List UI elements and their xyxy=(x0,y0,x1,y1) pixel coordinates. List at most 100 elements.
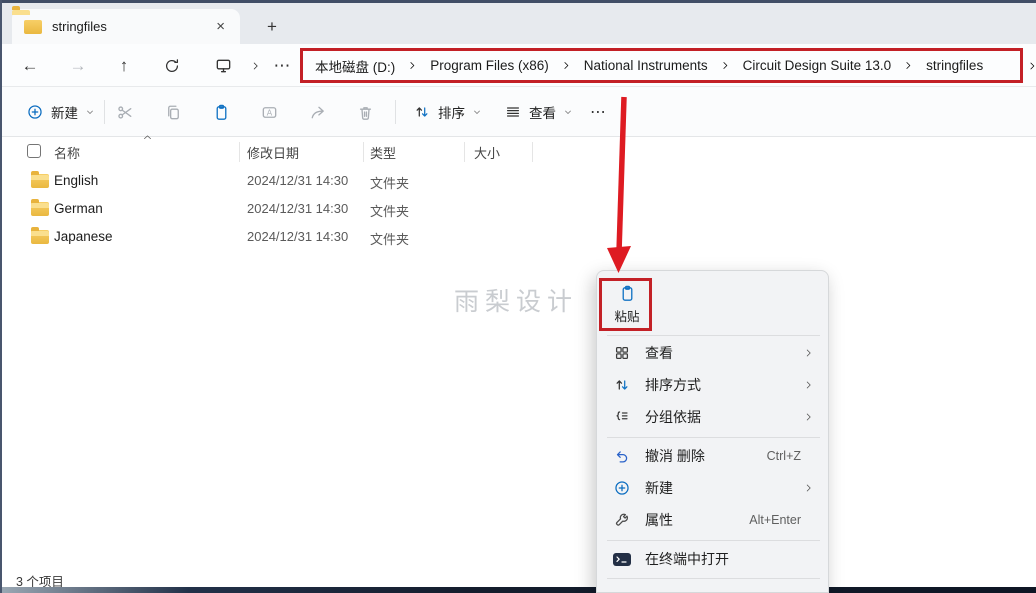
chevron-right-icon xyxy=(407,60,418,71)
window-top-border xyxy=(2,0,1036,3)
menu-item-open-in-terminal[interactable]: 在终端中打开 xyxy=(602,543,825,575)
select-all-checkbox[interactable] xyxy=(27,144,41,158)
file-type: 文件夹 xyxy=(370,201,409,220)
delete-icon[interactable] xyxy=(347,94,383,130)
column-header-size[interactable]: 大小 xyxy=(474,143,500,162)
command-toolbar: 新建 A 排序 xyxy=(2,87,1036,137)
view-lines-icon xyxy=(504,103,522,121)
file-name[interactable]: German xyxy=(54,201,103,216)
file-type: 文件夹 xyxy=(370,173,409,192)
breadcrumb-item-program-files[interactable]: Program Files (x86) xyxy=(428,58,551,73)
chevron-right-icon xyxy=(803,347,815,359)
menu-item-label: 属性 xyxy=(645,510,749,530)
paste-icon[interactable] xyxy=(203,94,239,130)
up-icon[interactable]: ↑ xyxy=(107,49,141,83)
chevron-right-icon xyxy=(803,411,815,423)
menu-item-properties[interactable]: 属性 Alt+Enter xyxy=(602,504,825,536)
chevron-right-icon xyxy=(1027,60,1036,71)
divider[interactable] xyxy=(239,142,240,162)
folder-icon xyxy=(31,202,49,216)
breadcrumb-item-drive[interactable]: 本地磁盘 (D:) xyxy=(313,56,397,76)
back-icon[interactable]: ← xyxy=(13,49,47,83)
forward-icon[interactable]: → xyxy=(61,49,95,83)
sort-arrows-icon xyxy=(612,376,632,394)
menu-item-new[interactable]: 新建 xyxy=(602,472,825,504)
sort-ascending-caret-icon xyxy=(142,132,153,143)
plus-circle-icon xyxy=(26,103,44,121)
menu-item-sort-by[interactable]: 排序方式 xyxy=(602,369,825,401)
explorer-window: stringfiles × + ← → ↑ ⋯ 本地磁盘 (D:) Progra… xyxy=(0,0,1036,593)
chevron-right-icon xyxy=(803,482,815,494)
chevron-right-icon xyxy=(561,60,572,71)
cut-icon[interactable] xyxy=(107,94,143,130)
rename-icon[interactable]: A xyxy=(251,94,287,130)
table-row[interactable]: English 2024/12/31 14:30 文件夹 xyxy=(2,167,1036,195)
refresh-icon[interactable] xyxy=(155,49,189,83)
share-icon[interactable] xyxy=(299,94,335,130)
folder-icon xyxy=(31,174,49,188)
divider xyxy=(395,100,396,124)
new-button-label: 新建 xyxy=(51,102,78,122)
menu-item-view[interactable]: 查看 xyxy=(602,337,825,369)
column-header-modified[interactable]: 修改日期 xyxy=(247,143,299,162)
folder-icon xyxy=(24,20,42,34)
chevron-down-icon xyxy=(85,107,95,117)
svg-text:A: A xyxy=(266,108,272,117)
view-button-label: 查看 xyxy=(529,102,556,122)
navigation-bar: ← → ↑ ⋯ 本地磁盘 (D:) Program Files (x86) Na… xyxy=(2,44,1036,87)
file-modified: 2024/12/31 14:30 xyxy=(247,173,348,188)
column-header-row: 名称 修改日期 类型 大小 xyxy=(2,137,1036,166)
menu-item-shortcut: Alt+Enter xyxy=(749,513,801,527)
chevron-right-icon xyxy=(803,379,815,391)
menu-item-label: 在终端中打开 xyxy=(645,549,825,569)
menu-item-shortcut: Ctrl+Z xyxy=(767,449,801,463)
breadcrumb-item-circuit-design-suite[interactable]: Circuit Design Suite 13.0 xyxy=(741,58,894,73)
this-pc-icon[interactable] xyxy=(206,49,240,83)
copy-icon[interactable] xyxy=(155,94,191,130)
divider xyxy=(607,437,820,438)
annotation-paste-highlight-box xyxy=(599,278,652,331)
tab-close-icon[interactable]: × xyxy=(213,18,228,35)
column-header-type[interactable]: 类型 xyxy=(370,143,396,162)
menu-item-label: 撤消 删除 xyxy=(645,446,767,466)
file-modified: 2024/12/31 14:30 xyxy=(247,229,348,244)
grid-icon xyxy=(612,344,632,362)
file-name[interactable]: Japanese xyxy=(54,229,113,244)
new-button[interactable]: 新建 xyxy=(18,94,103,130)
menu-item-label: 排序方式 xyxy=(645,375,803,395)
divider xyxy=(607,335,820,336)
menu-item-label: 新建 xyxy=(645,478,803,498)
sort-button[interactable]: 排序 xyxy=(405,94,490,130)
watermark: 雨梨设计 xyxy=(454,282,578,318)
divider xyxy=(607,540,820,541)
menu-item-label: 分组依据 xyxy=(645,407,803,427)
tab-bar: stringfiles × + xyxy=(2,3,1036,44)
divider[interactable] xyxy=(363,142,364,162)
column-header-name[interactable]: 名称 xyxy=(54,143,80,162)
folder-icon xyxy=(31,230,49,244)
table-row[interactable]: German 2024/12/31 14:30 文件夹 xyxy=(2,195,1036,223)
file-modified: 2024/12/31 14:30 xyxy=(247,201,348,216)
chevron-right-icon xyxy=(903,60,914,71)
tab-stringfiles[interactable]: stringfiles × xyxy=(12,9,240,44)
divider[interactable] xyxy=(464,142,465,162)
plus-circle-icon xyxy=(612,479,632,497)
file-name[interactable]: English xyxy=(54,173,98,188)
wrench-icon xyxy=(612,511,632,529)
breadcrumb-item-stringfiles[interactable]: stringfiles xyxy=(924,58,985,73)
more-options-icon[interactable]: ⋯ xyxy=(580,94,616,130)
window-bottom-edge xyxy=(2,587,1036,593)
menu-item-group-by[interactable]: 分组依据 xyxy=(602,401,825,433)
menu-item-undo-delete[interactable]: 撤消 删除 Ctrl+Z xyxy=(602,440,825,472)
divider[interactable] xyxy=(532,142,533,162)
file-type: 文件夹 xyxy=(370,229,409,248)
view-button[interactable]: 查看 xyxy=(496,94,581,130)
new-tab-button[interactable]: + xyxy=(260,15,284,39)
table-row[interactable]: Japanese 2024/12/31 14:30 文件夹 xyxy=(2,223,1036,251)
breadcrumb: 本地磁盘 (D:) Program Files (x86) National I… xyxy=(300,48,1023,83)
tab-title: stringfiles xyxy=(52,19,213,34)
undo-icon xyxy=(612,447,632,465)
crumb-overflow-icon[interactable]: ⋯ xyxy=(265,49,299,83)
file-list-area: 名称 修改日期 类型 大小 English 2024/12/31 14:30 文… xyxy=(2,137,1036,587)
breadcrumb-item-national-instruments[interactable]: National Instruments xyxy=(582,58,710,73)
